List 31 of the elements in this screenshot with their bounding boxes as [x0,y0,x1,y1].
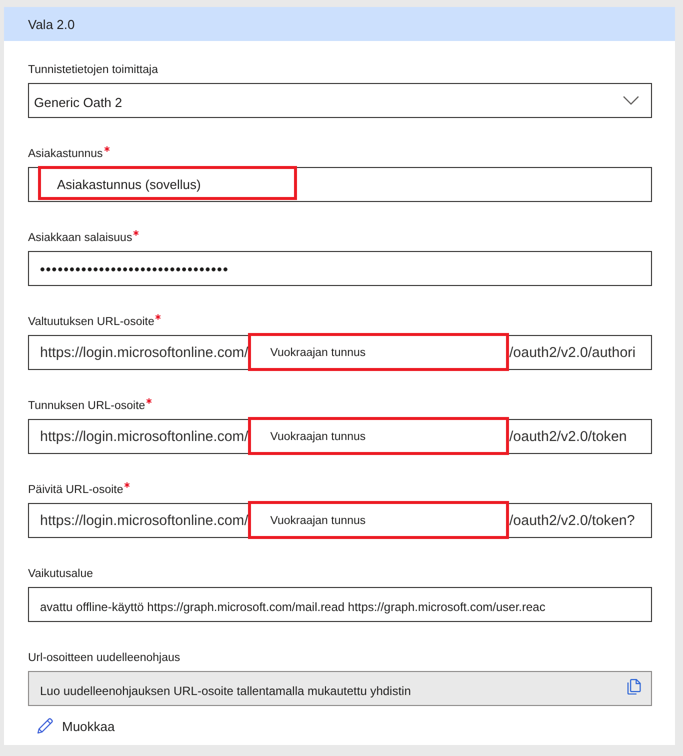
field-label: Valtuutuksen URL-osoite [28,315,154,329]
chevron-down-icon [623,96,639,104]
highlighted-segment: Asiakastunnus (sovellus) [38,166,297,200]
pencil-icon [37,718,53,734]
field-label: Tunnistetietojen toimittaja [28,63,158,77]
url-text: /oauth2/v2.0/token? [509,512,635,528]
dropdown-field[interactable]: Generic Oath 2 [28,83,652,118]
highlighted-segment: Vuokraajan tunnus [248,333,510,371]
highlighted-segment: Vuokraajan tunnus [248,501,510,539]
field-label: Päivitä URL-osoite [28,483,124,497]
url-text: https://login.microsoftonline.com/ [40,344,248,360]
url-text: /oauth2/v2.0/token [509,428,627,444]
panel-header: Vala 2.0 [4,7,675,41]
field-label: Vaikutusalue [28,567,93,581]
input-field[interactable]: https://login.microsoftonline.com/ Vuokraajan tunnus /oauth2/v2.0/authori [28,335,652,370]
field-label: Url-osoitteen uudelleenohjaus [28,651,180,665]
edit-button[interactable]: Muokkaa [37,718,115,734]
input-field[interactable]: Asiakastunnus (sovellus) [28,167,652,202]
input-field[interactable]: https://login.microsoftonline.com/ Vuokraajan tunnus /oauth2/v2.0/token [28,419,652,454]
url-text: https://login.microsoftonline.com/ [40,428,248,444]
copy-icon[interactable] [627,679,641,695]
input-field[interactable]: https://login.microsoftonline.com/ Vuokraajan tunnus /oauth2/v2.0/token? [28,503,652,538]
password-field[interactable]: •••••••••••••••••••••••••••••••• [28,251,652,286]
highlighted-segment: Vuokraajan tunnus [248,417,510,455]
field-label: Asiakkaan salaisuus [28,231,132,245]
field-text: Luo uudelleenohjauksen URL-osoite tallentamalla mukautettu yhdistin [40,684,411,698]
input-field[interactable]: avattu offline-käyttö https://graph.microsoft.com/mail.read https://graph.microsoft.com/user.reac [28,587,652,622]
url-text: /oauth2/v2.0/authori [509,344,636,360]
field-label: Tunnuksen URL-osoite [28,399,146,413]
url-text: https://login.microsoftonline.com/ [40,512,248,528]
field-label: Asiakastunnus [28,147,103,161]
